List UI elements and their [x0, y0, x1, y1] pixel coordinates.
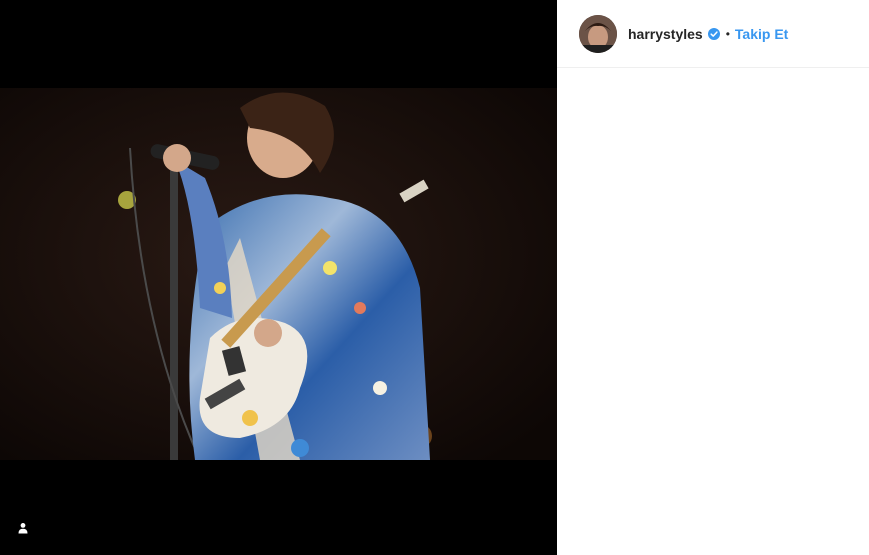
post-photo[interactable]	[0, 88, 557, 460]
post-side-panel: harrystyles • Takip Et	[557, 0, 869, 555]
user-tag-button[interactable]	[12, 519, 34, 541]
verified-badge-icon	[707, 27, 720, 40]
avatar[interactable]	[579, 14, 617, 53]
user-tag-icon	[17, 521, 29, 539]
post-header: harrystyles • Takip Et	[557, 0, 869, 68]
header-separator: •	[725, 26, 730, 41]
follow-button[interactable]: Takip Et	[735, 26, 788, 42]
header-divider	[852, 67, 869, 68]
username-link[interactable]: harrystyles	[628, 26, 703, 42]
post-media[interactable]	[0, 0, 557, 555]
